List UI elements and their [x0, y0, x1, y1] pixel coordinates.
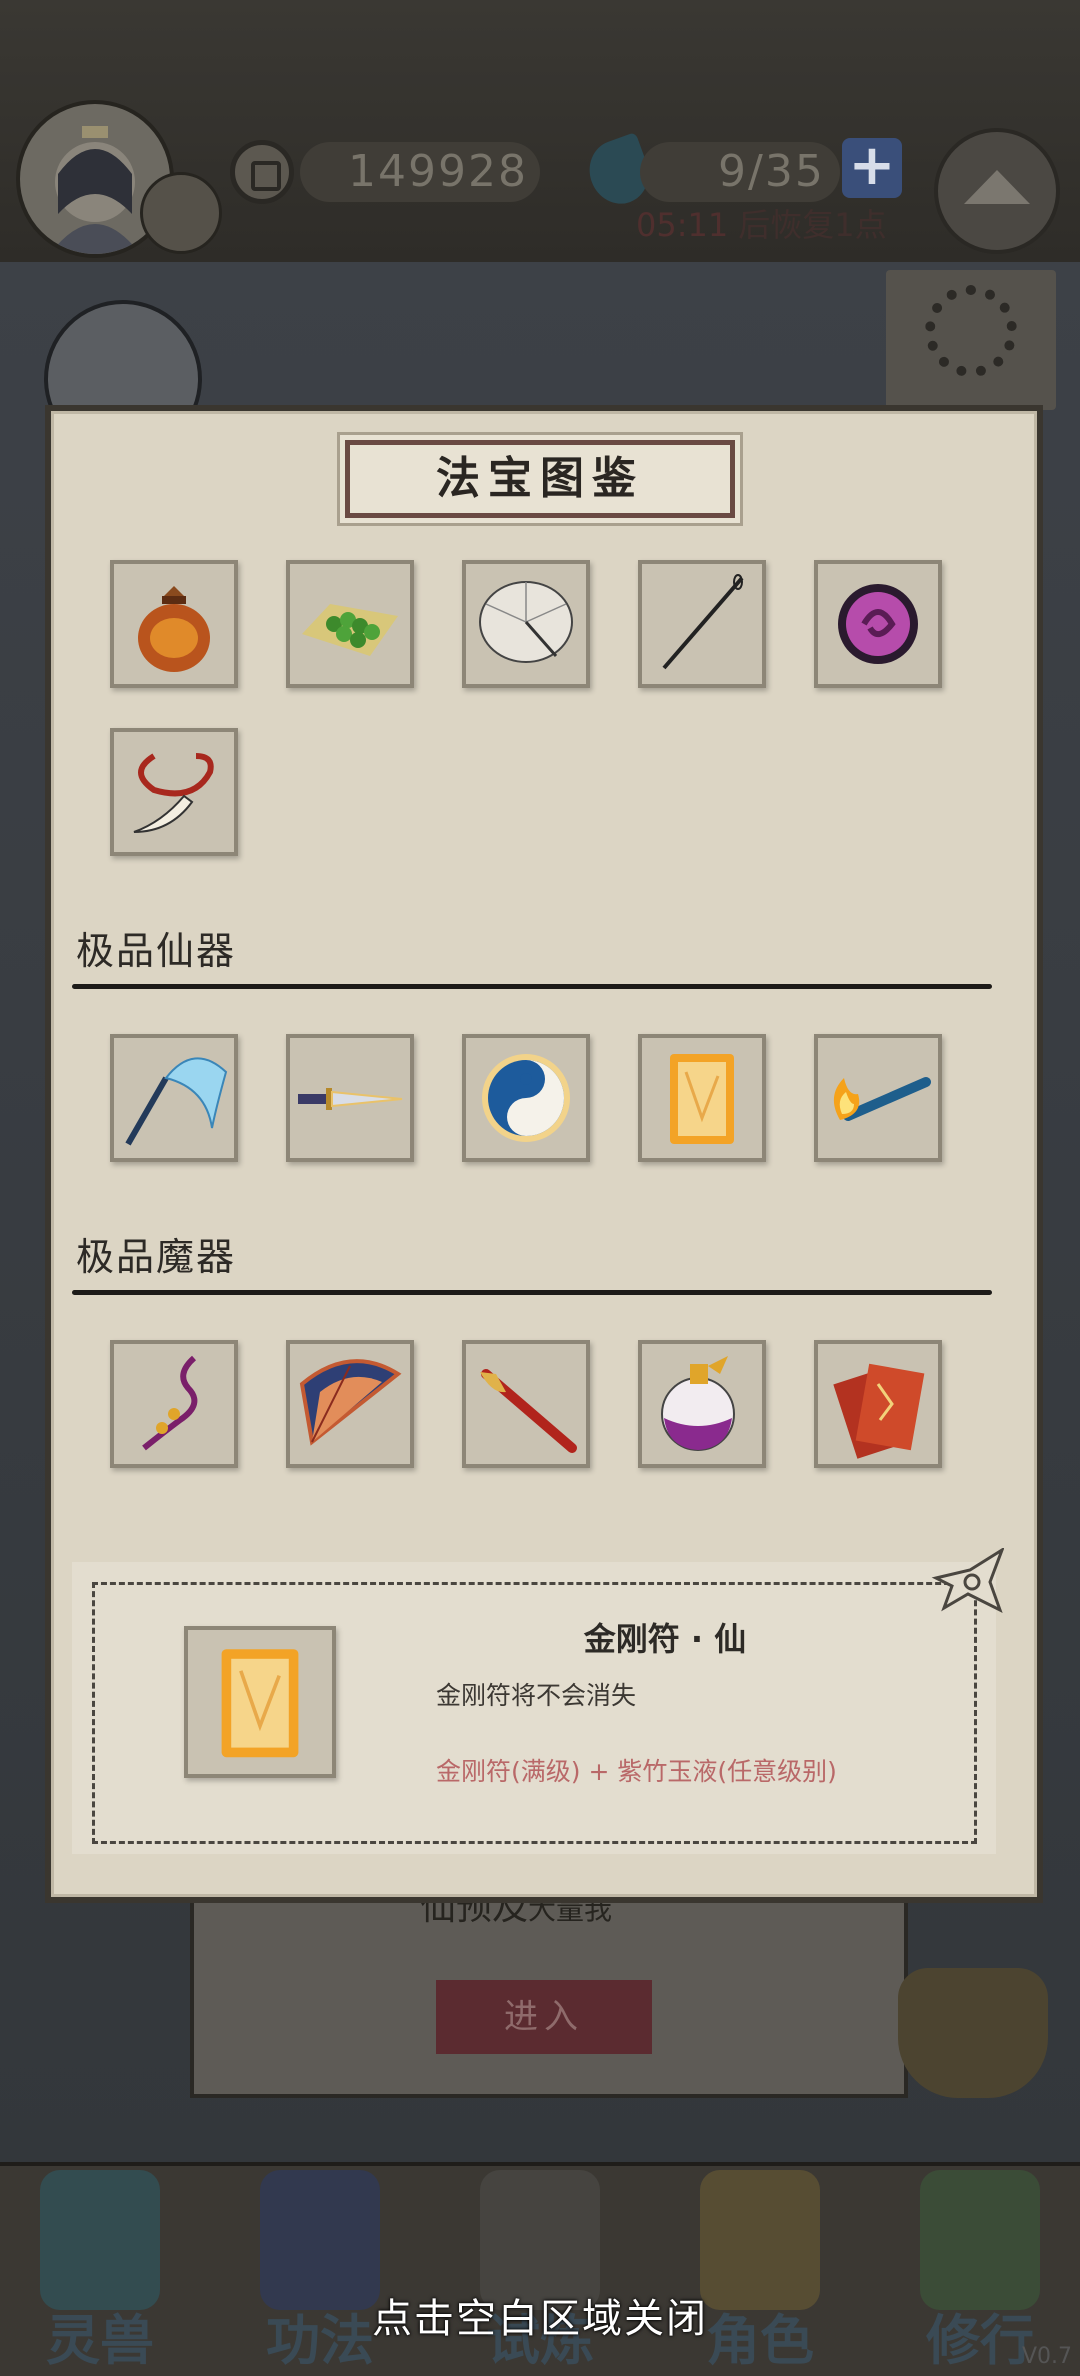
needle-icon — [662, 574, 744, 670]
jade-beads-icon — [302, 604, 398, 656]
fang-pendant-icon — [133, 753, 214, 833]
coin-count: 149928 — [300, 142, 540, 202]
collapse-button[interactable] — [934, 128, 1060, 254]
item-slot[interactable] — [638, 1034, 766, 1162]
whisk-icon — [125, 1057, 228, 1146]
item-slot[interactable] — [814, 560, 942, 688]
coin-icon — [230, 140, 294, 204]
item-slot[interactable] — [110, 1034, 238, 1162]
shuriken-corner-icon — [931, 1548, 1004, 1614]
dagger-icon — [298, 1088, 403, 1110]
golden-talisman-icon — [670, 1054, 734, 1144]
feather-badge-icon — [140, 172, 222, 254]
stamina-value: 9/35 — [718, 146, 825, 197]
blue-fan-icon — [299, 1359, 402, 1446]
item-slot[interactable] — [286, 1340, 414, 1468]
item-slot[interactable] — [462, 1340, 590, 1468]
item-slot[interactable] — [110, 560, 238, 688]
coin-value: 149928 — [348, 146, 528, 197]
purple-tassel-icon — [142, 1355, 198, 1451]
section-divider — [72, 984, 992, 989]
item-slot[interactable] — [286, 560, 414, 688]
close-hint[interactable]: 点击空白区域关闭 — [0, 2286, 1080, 2344]
item-name: 金刚符 · 仙 — [583, 1620, 747, 1658]
item-slot[interactable] — [814, 1340, 942, 1468]
modal-title: 法宝图鉴 — [345, 440, 735, 518]
stamina-timer: 05:11 后恢复1点 — [636, 200, 887, 246]
red-flute-icon — [480, 1369, 577, 1453]
yin-yang-icon — [482, 1054, 570, 1142]
item-slot[interactable] — [638, 1340, 766, 1468]
treasure-bag-icon — [138, 586, 210, 672]
item-slot[interactable] — [110, 1340, 238, 1468]
item-slot[interactable] — [110, 728, 238, 856]
section-label-demonic: 极品魔器 — [76, 1235, 237, 1279]
timer-value: 05:11 — [636, 206, 729, 244]
item-slot[interactable] — [814, 1034, 942, 1162]
incense-burner-icon[interactable] — [898, 1968, 1048, 2098]
purple-disc-icon — [838, 584, 918, 664]
timer-suffix: 后恢复1点 — [738, 206, 887, 244]
paper-umbrella-icon — [479, 581, 573, 663]
item-slot[interactable] — [462, 560, 590, 688]
red-talisman-icon — [833, 1363, 925, 1459]
section-label-immortal: 极品仙器 — [76, 929, 237, 973]
item-recipe: 金刚符(满级) + 紫竹玉液(任意级别) — [436, 1757, 837, 1786]
item-slot[interactable] — [286, 1034, 414, 1162]
add-stamina-button[interactable]: + — [842, 138, 902, 198]
golden-talisman-icon — [221, 1649, 299, 1758]
fire-torch-icon — [833, 1077, 931, 1121]
version-label: V0.7 — [1021, 2344, 1072, 2369]
item-slot[interactable] — [638, 560, 766, 688]
item-description: 金刚符将不会消失 — [436, 1681, 637, 1710]
purple-potion-icon — [661, 1356, 735, 1451]
enter-button[interactable]: 进入 — [436, 1980, 652, 2054]
section-divider — [72, 1290, 992, 1295]
gear-icon — [925, 285, 1017, 377]
item-slot[interactable] — [462, 1034, 590, 1162]
stamina-count: 9/35 — [640, 142, 840, 202]
selected-item-slot — [184, 1626, 336, 1778]
